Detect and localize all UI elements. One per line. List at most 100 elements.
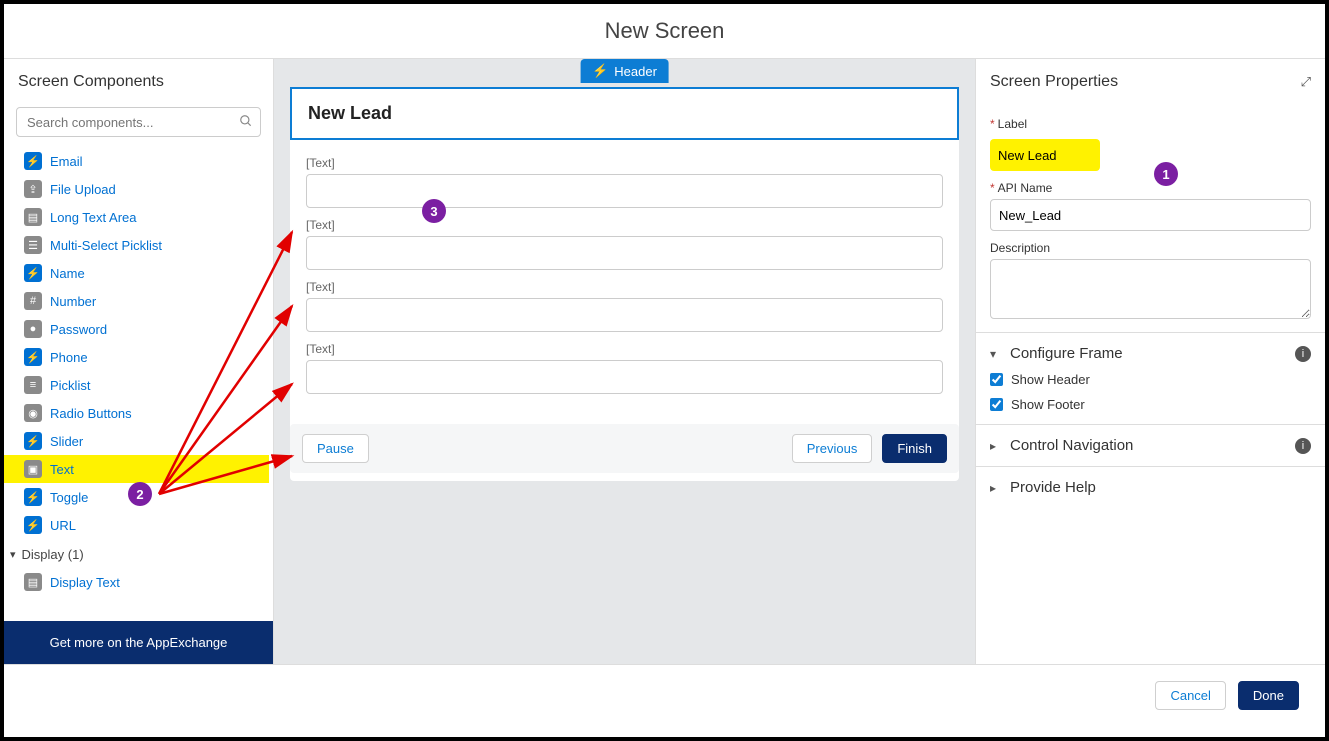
show-footer-checkbox[interactable] xyxy=(990,398,1003,411)
text-component-4[interactable]: [Text] xyxy=(306,342,943,394)
header-pill[interactable]: ⚡ Header xyxy=(580,59,669,83)
component-item-slider[interactable]: ⚡ Slider xyxy=(4,427,269,455)
component-label: URL xyxy=(50,518,76,533)
text-component-input[interactable] xyxy=(306,360,943,394)
text-component-label: [Text] xyxy=(306,218,943,232)
component-label: Picklist xyxy=(50,378,90,393)
apiname-input[interactable] xyxy=(990,199,1311,231)
group-label: Display (1) xyxy=(22,547,84,562)
annotation-badge-1: 1 xyxy=(1154,162,1178,186)
control-navigation-section: ▸Control Navigation i xyxy=(976,425,1325,467)
show-footer-checkbox-row[interactable]: Show Footer xyxy=(990,397,1311,412)
info-icon[interactable]: i xyxy=(1295,438,1311,454)
expand-icon[interactable]: ⤢ xyxy=(1301,74,1311,90)
info-icon[interactable]: i xyxy=(1295,346,1311,362)
component-item-email[interactable]: ⚡ Email xyxy=(4,147,269,175)
label-input[interactable] xyxy=(990,139,1100,171)
component-item-long-text-area[interactable]: ▤ Long Text Area xyxy=(4,203,269,231)
long-text-area-icon: ▤ xyxy=(24,208,42,226)
search-icon xyxy=(239,114,253,131)
picklist-icon: ≡ xyxy=(24,376,42,394)
screen-components-title: Screen Components xyxy=(4,59,273,101)
file-upload-icon: ⇪ xyxy=(24,180,42,198)
footer-button-bar: Pause Previous Finish xyxy=(290,424,959,473)
text-component-label: [Text] xyxy=(306,280,943,294)
component-item-name[interactable]: ⚡ Name xyxy=(4,259,269,287)
text-component-2[interactable]: [Text] xyxy=(306,218,943,270)
modal-footer: Cancel Done xyxy=(4,664,1325,726)
component-item-file-upload[interactable]: ⇪ File Upload xyxy=(4,175,269,203)
apiname-field-label: *API Name xyxy=(990,181,1311,195)
show-header-label: Show Header xyxy=(1011,372,1090,387)
cancel-button[interactable]: Cancel xyxy=(1155,681,1225,710)
annotation-badge-2: 2 xyxy=(128,482,152,506)
bolt-icon: ⚡ xyxy=(592,63,608,79)
left-panel: Screen Components ⚡ Email ⇪ File Upload ▤ Lon… xyxy=(4,59,274,664)
description-field-label: Description xyxy=(990,241,1311,255)
password-icon: ● xyxy=(24,320,42,338)
chevron-down-icon: ▾ xyxy=(10,548,16,561)
multi-select-picklist-icon: ☰ xyxy=(24,236,42,254)
email-icon: ⚡ xyxy=(24,152,42,170)
appexchange-button[interactable]: Get more on the AppExchange xyxy=(4,621,273,664)
component-item-text[interactable]: ▣Text xyxy=(4,455,269,483)
components-list: ⚡ Email ⇪ File Upload ▤ Long Text Area ☰ Multi-… xyxy=(4,147,273,621)
component-label: Password xyxy=(50,322,107,337)
component-item-password[interactable]: ● Password xyxy=(4,315,269,343)
text-component-3[interactable]: [Text] xyxy=(306,280,943,332)
done-button[interactable]: Done xyxy=(1238,681,1299,710)
component-item-number[interactable]: #Number xyxy=(4,287,269,315)
search-components-input-wrap xyxy=(16,107,261,137)
component-label: Display Text xyxy=(50,575,120,590)
modal-title: New Screen xyxy=(4,4,1325,59)
toggle-icon: ⚡ xyxy=(24,488,42,506)
provide-help-section: ▸Provide Help xyxy=(976,467,1325,508)
url-icon: ⚡ xyxy=(24,516,42,534)
canvas-panel: ⚡ Header New Lead [Text] [Text] [Text] [Tex… xyxy=(274,59,975,664)
component-item-url[interactable]: ⚡ URL xyxy=(4,511,269,539)
properties-panel: Screen Properties ⤢ *Label *API Name Des… xyxy=(975,59,1325,664)
text-component-1[interactable]: [Text] xyxy=(306,156,943,208)
show-header-checkbox-row[interactable]: Show Header xyxy=(990,372,1311,387)
properties-title: Screen Properties xyxy=(990,73,1118,91)
display-text-icon: ▤ xyxy=(24,573,42,591)
description-textarea[interactable] xyxy=(990,259,1311,319)
pause-button[interactable]: Pause xyxy=(302,434,369,463)
radio-buttons-icon: ◉ xyxy=(24,404,42,422)
component-label: Name xyxy=(50,266,85,281)
display-group-header[interactable]: ▾ Display (1) xyxy=(4,539,269,568)
component-item-display-text[interactable]: ▤ Display Text xyxy=(4,568,269,596)
show-header-checkbox[interactable] xyxy=(990,373,1003,386)
configure-frame-header[interactable]: ▾Configure Frame i xyxy=(990,345,1311,362)
screen-title-field[interactable]: New Lead xyxy=(290,87,959,140)
component-label: Long Text Area xyxy=(50,210,137,225)
component-label: Number xyxy=(50,294,96,309)
component-item-multi-select-picklist[interactable]: ☰ Multi-Select Picklist xyxy=(4,231,269,259)
previous-button[interactable]: Previous xyxy=(792,434,873,463)
screen-canvas: New Lead [Text] [Text] [Text] [Text] Pause … xyxy=(290,87,959,481)
chevron-right-icon: ▸ xyxy=(990,481,1002,495)
component-label: Phone xyxy=(50,350,88,365)
component-label: Slider xyxy=(50,434,83,449)
component-label: Email xyxy=(50,154,83,169)
finish-button[interactable]: Finish xyxy=(882,434,947,463)
chevron-down-icon: ▾ xyxy=(990,347,1002,361)
slider-icon: ⚡ xyxy=(24,432,42,450)
label-field-label: *Label xyxy=(990,117,1311,131)
component-label: File Upload xyxy=(50,182,116,197)
component-item-phone[interactable]: ⚡ Phone xyxy=(4,343,269,371)
provide-help-header[interactable]: ▸Provide Help xyxy=(990,479,1311,496)
component-item-radio-buttons[interactable]: ◉ Radio Buttons xyxy=(4,399,269,427)
text-component-input[interactable] xyxy=(306,174,943,208)
chevron-right-icon: ▸ xyxy=(990,439,1002,453)
text-component-input[interactable] xyxy=(306,298,943,332)
phone-icon: ⚡ xyxy=(24,348,42,366)
control-navigation-header[interactable]: ▸Control Navigation i xyxy=(990,437,1311,454)
name-icon: ⚡ xyxy=(24,264,42,282)
component-label: Radio Buttons xyxy=(50,406,132,421)
component-item-picklist[interactable]: ≡ Picklist xyxy=(4,371,269,399)
component-label: Multi-Select Picklist xyxy=(50,238,162,253)
annotation-badge-3: 3 xyxy=(422,199,446,223)
text-component-input[interactable] xyxy=(306,236,943,270)
search-components-input[interactable] xyxy=(16,107,261,137)
